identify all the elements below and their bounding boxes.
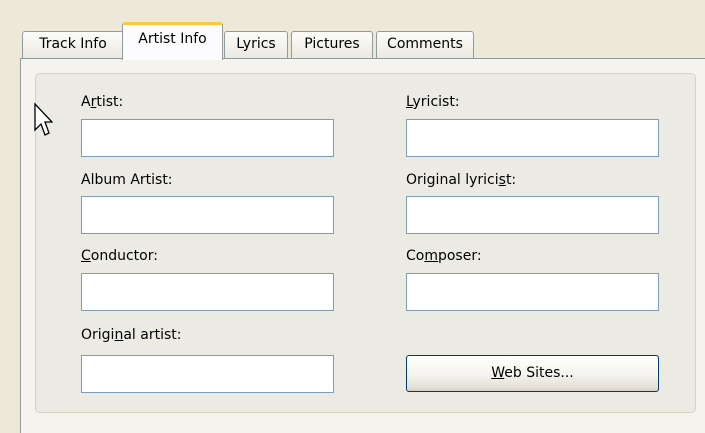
original-lyricist-label-access-key: s xyxy=(498,172,506,188)
conductor-label-access-key: C xyxy=(81,248,91,264)
web-sites-button[interactable]: Web Sites... xyxy=(406,355,659,392)
composer-field[interactable] xyxy=(406,273,659,311)
tab-strip: Track Info Artist Info Lyrics Pictures C… xyxy=(22,22,702,60)
tab-comments[interactable]: Comments xyxy=(376,31,474,58)
original-lyricist-field[interactable] xyxy=(406,196,659,234)
lyricist-field[interactable] xyxy=(406,119,659,157)
tab-lyrics[interactable]: Lyrics xyxy=(224,31,288,58)
original-artist-label-access-key: n xyxy=(114,327,124,343)
web-sites-button-access-key: W xyxy=(491,365,505,381)
tab-track-info[interactable]: Track Info xyxy=(22,31,124,58)
original-artist-label: Original artist: xyxy=(81,327,182,343)
tab-pictures[interactable]: Pictures xyxy=(291,31,373,58)
original-lyricist-label: Original lyricist: xyxy=(406,172,517,188)
original-artist-field[interactable] xyxy=(81,355,334,393)
conductor-field[interactable] xyxy=(81,273,334,311)
album-artist-label: Album Artist: xyxy=(81,172,173,188)
tab-artist-info[interactable]: Artist Info xyxy=(122,22,223,60)
artist-field[interactable] xyxy=(81,119,334,157)
composer-label-access-key: m xyxy=(424,248,438,264)
artist-label: Artist: xyxy=(81,94,124,110)
composer-label: Composer: xyxy=(406,248,482,264)
album-artist-field[interactable] xyxy=(81,196,334,234)
mouse-pointer-icon xyxy=(34,102,53,136)
lyricist-label: Lyricist: xyxy=(406,94,460,110)
conductor-label: Conductor: xyxy=(81,248,158,264)
